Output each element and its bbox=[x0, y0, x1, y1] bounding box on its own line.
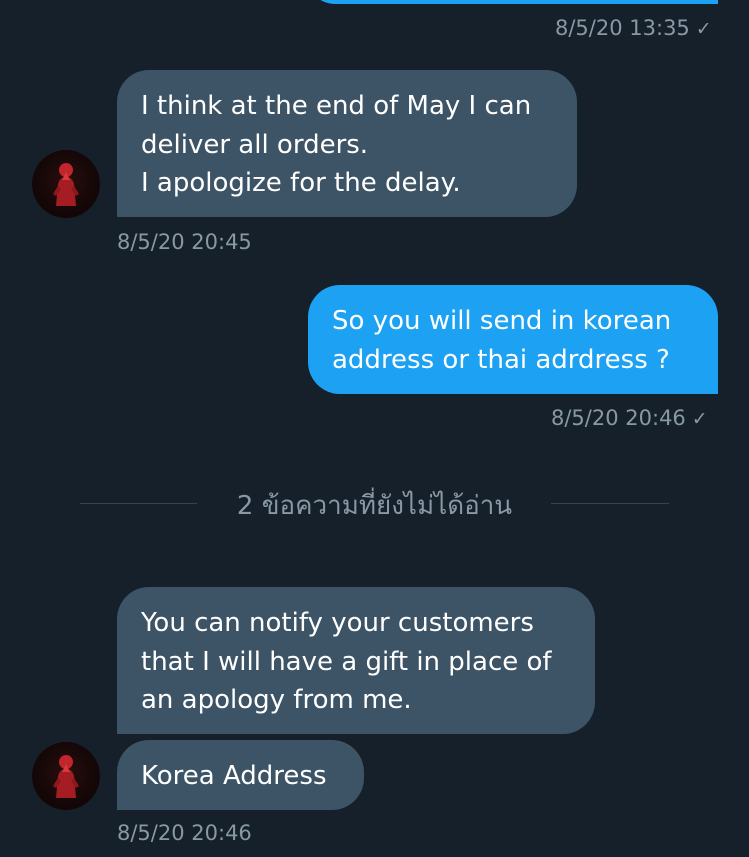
outgoing-message-bubble-partial[interactable] bbox=[304, 0, 718, 4]
dm-conversation: 8/5/20 13:35 ✓ I think at the end of May … bbox=[0, 0, 749, 857]
avatar[interactable] bbox=[32, 742, 100, 810]
incoming-message-bubble[interactable]: Korea Address bbox=[117, 740, 364, 810]
sent-check-icon: ✓ bbox=[695, 18, 712, 40]
incoming-message-bubble[interactable]: You can notify your customers that I wil… bbox=[117, 587, 595, 734]
message-timestamp: 8/5/20 13:35 ✓ bbox=[555, 16, 712, 40]
avatar[interactable] bbox=[32, 150, 100, 218]
sent-check-icon: ✓ bbox=[691, 408, 708, 430]
message-timestamp: 8/5/20 20:46 bbox=[117, 821, 252, 845]
message-timestamp: 8/5/20 20:45 bbox=[117, 230, 252, 254]
unread-messages-divider: 2 ข้อความที่ยังไม่ได้อ่าน bbox=[236, 491, 513, 521]
outgoing-message-bubble[interactable]: So you will send in korean address or th… bbox=[308, 285, 718, 394]
person-silhouette-icon bbox=[53, 755, 79, 798]
message-timestamp: 8/5/20 20:46 ✓ bbox=[551, 406, 708, 430]
incoming-message-bubble[interactable]: I think at the end of May I can deliver … bbox=[117, 70, 577, 217]
person-silhouette-icon bbox=[53, 163, 79, 206]
divider-line bbox=[551, 503, 669, 504]
